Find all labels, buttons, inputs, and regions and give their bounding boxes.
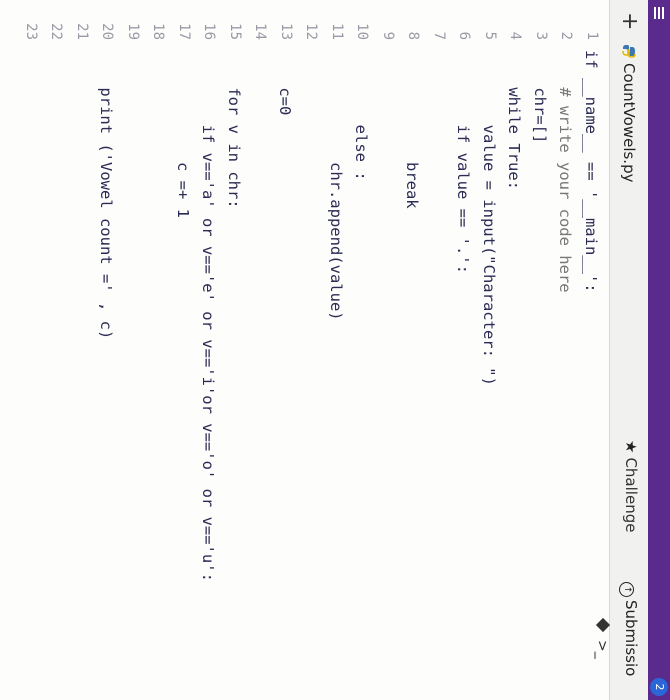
code-text: # write your code here: [556, 50, 575, 293]
python-file-icon: [622, 45, 636, 58]
line-number: 12: [303, 23, 320, 40]
code-line[interactable]: 13 c=0: [272, 0, 294, 690]
code-text: chr=[]: [531, 50, 549, 144]
line-number: 17: [176, 23, 192, 40]
screen: 2 + CountVowels.py ★ Challenge ↑ Submissio…: [0, 0, 670, 700]
code-line[interactable]: 23: [17, 0, 39, 690]
line-number: 1: [584, 31, 600, 40]
line-number: 7: [431, 31, 447, 40]
line-number: 3: [533, 31, 549, 40]
challenge-button[interactable]: ★ Challenge: [622, 440, 640, 532]
code-text: if __name__ == '__main__':: [582, 50, 600, 293]
line-number: 20: [99, 23, 116, 40]
code-text: print ('Vowel count =' , c): [97, 50, 116, 340]
line-number: 10: [354, 23, 371, 40]
code-line[interactable]: 8 break: [400, 0, 422, 690]
code-text: if v=='a' or v=='e' or v=='i'or v=='o' o…: [199, 50, 218, 582]
code-line[interactable]: 11 chr.append(value): [323, 0, 345, 690]
code-area[interactable]: 1 if __name__ == '__main__': 2 # write you…: [0, 0, 608, 700]
line-number: 18: [150, 23, 167, 40]
code-text: c =+ 1: [174, 50, 192, 218]
submission-label: Submissio: [622, 600, 640, 677]
line-number: 16: [201, 23, 218, 40]
code-line[interactable]: 7: [425, 0, 447, 690]
tab-bar: + CountVowels.py ★Challenge ↑Submissio >…: [594, 0, 648, 700]
code-line[interactable]: 16 if v=='a' or v=='e' or v=='i'or v=='o…: [196, 0, 218, 690]
line-number: 22: [48, 23, 65, 40]
line-number: 14: [252, 23, 269, 40]
line-number: 13: [278, 23, 294, 40]
submission-icon: ↑: [619, 582, 634, 597]
code-line[interactable]: 14: [247, 0, 269, 690]
code-line[interactable]: 3 chr=[]: [527, 0, 549, 690]
menu-icon[interactable]: [652, 6, 666, 20]
code-text: else :: [352, 50, 371, 181]
plus-icon[interactable]: +: [617, 12, 642, 30]
code-text: c=0: [276, 50, 294, 116]
line-number: 9: [380, 31, 396, 40]
top-bar: 2: [648, 0, 670, 700]
line-number: 4: [507, 31, 524, 40]
line-number: 6: [456, 31, 473, 40]
code-editor-window: 2 + CountVowels.py ★ Challenge ↑ Submissio…: [0, 0, 670, 700]
line-number: 8: [405, 31, 422, 40]
code-text: for v in chr:: [225, 50, 243, 209]
code-line[interactable]: 4 while True:: [502, 0, 524, 690]
code-line[interactable]: 10 else :: [349, 0, 371, 690]
line-number: 19: [125, 23, 141, 40]
code-line[interactable]: 22: [43, 0, 65, 690]
line-number: 23: [23, 23, 39, 40]
code-text: if value == '.':: [454, 50, 473, 274]
line-number: 5: [482, 31, 498, 40]
code-line[interactable]: 19: [119, 0, 141, 690]
code-text: break: [403, 50, 422, 209]
submission-button[interactable]: ↑ Submissio: [619, 582, 640, 676]
code-line[interactable]: 20 print ('Vowel count =' , c): [94, 0, 116, 690]
challenge-label: Challenge: [622, 457, 640, 533]
code-line[interactable]: 17 c =+ 1: [170, 0, 192, 690]
line-number: 11: [329, 23, 345, 40]
code-line[interactable]: 1 if __name__ == '__main__':: [578, 0, 600, 690]
star-icon: ★: [622, 440, 640, 454]
file-tab-label: CountVowels.py: [620, 63, 638, 183]
code-text: chr.append(value): [327, 50, 345, 321]
code-line[interactable]: 5 value = input("Character: "): [476, 0, 498, 690]
code-line[interactable]: 15 for v in chr:: [221, 0, 243, 690]
code-line[interactable]: 21: [68, 0, 90, 690]
notification-badge[interactable]: 2: [650, 678, 668, 696]
code-text: value = input("Character: "): [480, 50, 498, 386]
line-number: 21: [74, 23, 90, 40]
line-number: 15: [227, 23, 243, 40]
file-tab[interactable]: CountVowels.py: [610, 34, 648, 192]
code-line[interactable]: 18: [145, 0, 167, 690]
code-line[interactable]: 12: [298, 0, 320, 690]
code-text: while True:: [505, 50, 524, 190]
code-line[interactable]: 9: [374, 0, 396, 690]
line-number: 2: [558, 31, 575, 40]
code-line[interactable]: 2 # write your code here: [553, 0, 575, 690]
code-line[interactable]: 6 if value == '.':: [451, 0, 473, 690]
